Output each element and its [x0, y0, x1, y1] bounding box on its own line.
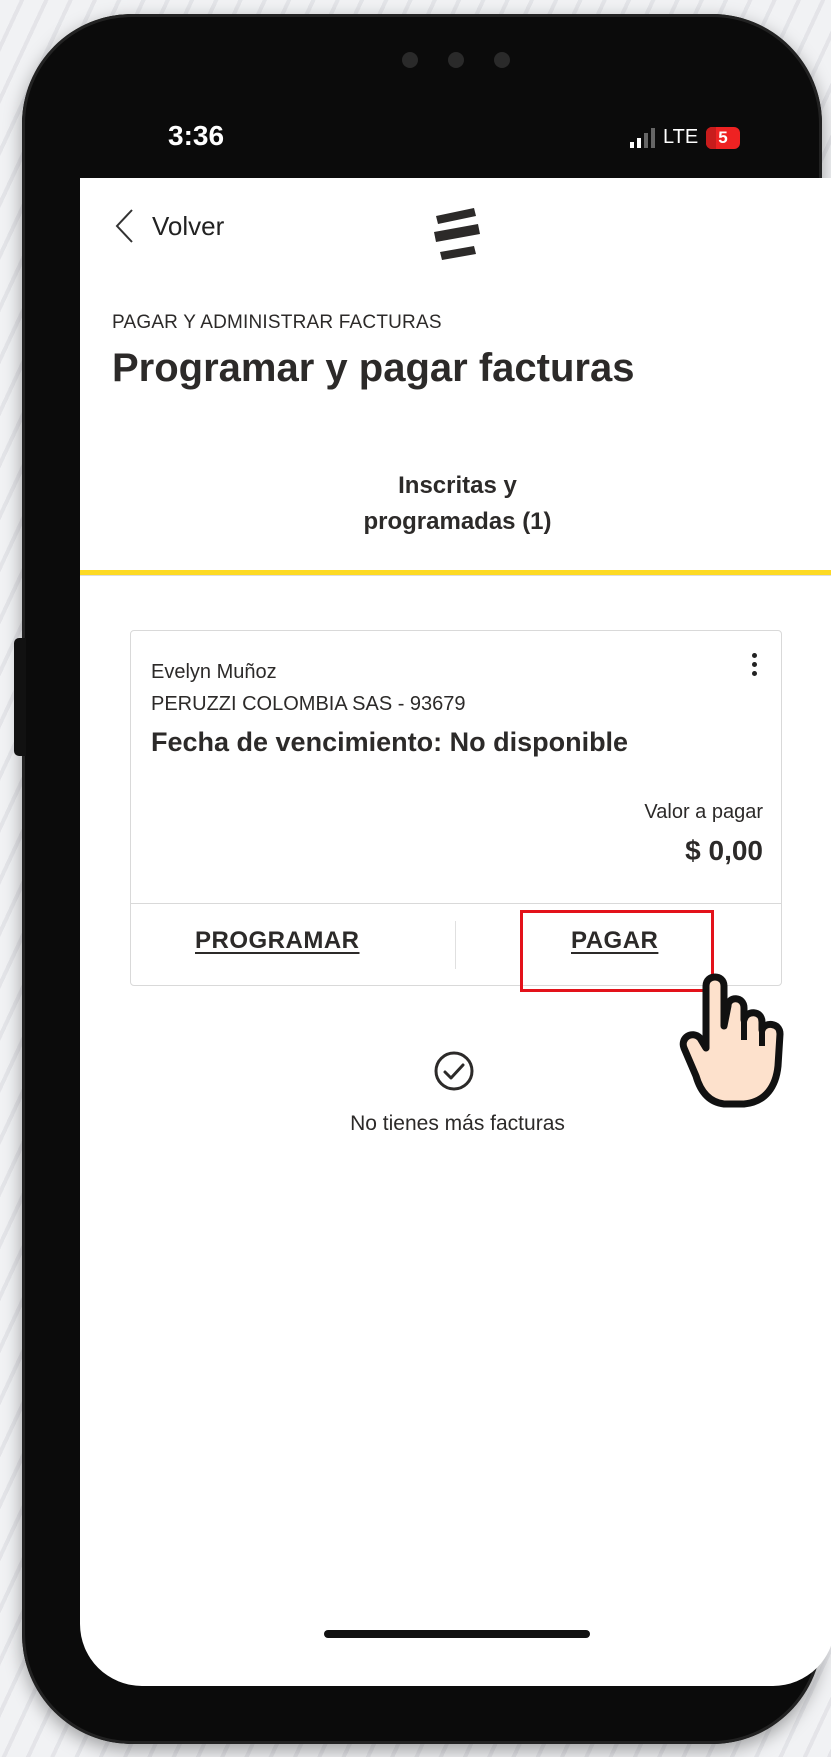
network-type: LTE — [663, 126, 699, 148]
bill-holder-name: Evelyn Muñoz — [151, 661, 277, 683]
pointing-hand-icon — [679, 973, 784, 1108]
tab-label-line1: Inscritas y — [398, 472, 517, 499]
card-divider — [131, 903, 781, 904]
status-time: 3:36 — [168, 120, 225, 151]
phone-frame: 3:36 LTE 5 Volver PAGAR Y ADMINISTRAR FA… — [22, 14, 831, 1744]
bancolombia-logo-icon — [434, 208, 480, 260]
amount-label: Valor a pagar — [644, 801, 763, 823]
camera-dots — [402, 52, 510, 68]
home-indicator[interactable] — [324, 1630, 590, 1638]
signal-icon — [630, 127, 655, 148]
app-screen: Volver PAGAR Y ADMINISTRAR FACTURAS Prog… — [80, 178, 831, 1686]
bill-company: PERUZZI COLOMBIA SAS - 93679 — [151, 693, 466, 715]
check-circle-icon — [434, 1051, 474, 1091]
tab-label-line2: programadas (1) — [363, 508, 552, 535]
bill-due-date: Fecha de vencimiento: No disponible — [151, 727, 629, 757]
programar-button[interactable]: PROGRAMAR — [195, 927, 360, 955]
more-options-icon[interactable] — [749, 653, 759, 676]
battery-icon: 5 — [706, 126, 740, 149]
amount-value: $ 0,00 — [685, 835, 763, 866]
back-button[interactable]: Volver — [114, 208, 224, 244]
page-title: Programar y pagar facturas — [112, 346, 635, 390]
battery-level: 5 — [718, 127, 728, 147]
empty-state-message: No tienes más facturas — [350, 1112, 565, 1135]
tab-inscritas[interactable]: Inscritas y programadas (1) — [80, 468, 831, 540]
side-button — [14, 638, 26, 756]
status-indicators: LTE 5 — [630, 126, 740, 149]
button-divider — [455, 921, 456, 969]
back-label: Volver — [152, 210, 225, 241]
chevron-left-icon — [115, 209, 133, 243]
section-label: PAGAR Y ADMINISTRAR FACTURAS — [112, 312, 442, 333]
tab-divider — [80, 575, 831, 576]
top-nav: Volver — [80, 178, 831, 268]
